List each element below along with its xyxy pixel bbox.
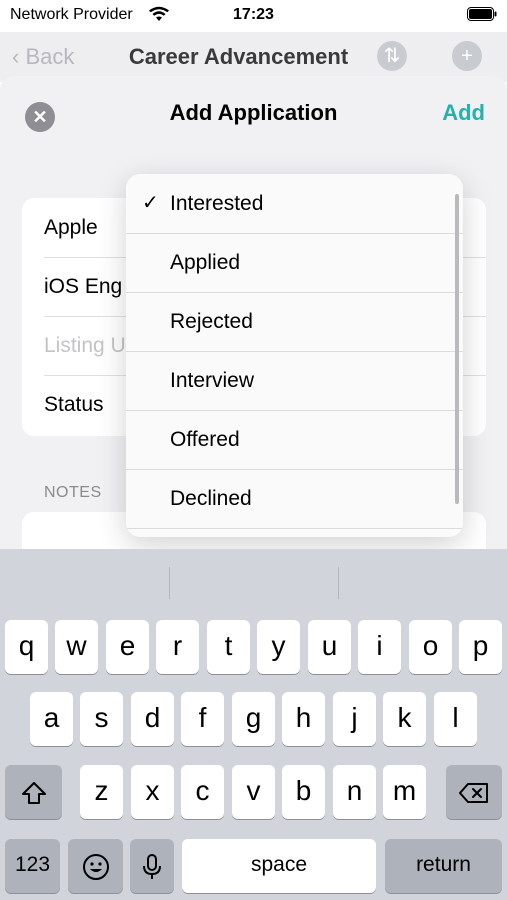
emoji-icon: [82, 853, 109, 880]
numbers-key[interactable]: 123: [5, 839, 60, 893]
key-r[interactable]: r: [156, 620, 199, 674]
plus-icon[interactable]: +: [452, 41, 482, 71]
suggestion-divider: [169, 567, 170, 599]
add-button[interactable]: Add: [442, 100, 485, 126]
key-t[interactable]: t: [207, 620, 250, 674]
microphone-key[interactable]: [130, 839, 174, 893]
key-i[interactable]: i: [358, 620, 401, 674]
key-m[interactable]: m: [383, 765, 426, 819]
menu-item-label: Interested: [170, 192, 264, 215]
key-q[interactable]: q: [5, 620, 48, 674]
key-z[interactable]: z: [80, 765, 123, 819]
key-l[interactable]: l: [434, 692, 477, 746]
checkmark-icon: ✓: [142, 192, 159, 214]
menu-item-label: Offered: [170, 428, 240, 451]
keyboard: q w e r t y u i o p a s d f g h j k l z …: [0, 549, 507, 900]
microphone-icon: [143, 853, 161, 879]
key-v[interactable]: v: [232, 765, 275, 819]
notes-header: NOTES: [44, 484, 102, 501]
key-h[interactable]: h: [282, 692, 325, 746]
menu-item-label: Rejected: [170, 310, 253, 333]
key-f[interactable]: f: [181, 692, 224, 746]
key-p[interactable]: p: [459, 620, 502, 674]
delete-icon: [459, 782, 488, 803]
key-e[interactable]: e: [106, 620, 149, 674]
menu-item-interested[interactable]: ✓ Interested: [126, 174, 463, 234]
sort-icon[interactable]: ⇅: [377, 41, 407, 71]
menu-item-label: Applied: [170, 251, 241, 274]
key-w[interactable]: w: [55, 620, 98, 674]
key-k[interactable]: k: [383, 692, 426, 746]
menu-item-label: Interview: [170, 369, 255, 392]
menu-item-rejected[interactable]: Rejected: [126, 292, 463, 352]
clock: 17:23: [233, 6, 274, 23]
key-n[interactable]: n: [333, 765, 376, 819]
key-c[interactable]: c: [181, 765, 224, 819]
delete-key[interactable]: [446, 765, 502, 819]
status-bar: Network Provider 17:23: [0, 0, 507, 32]
key-o[interactable]: o: [409, 620, 452, 674]
menu-item-applied[interactable]: Applied: [126, 233, 463, 293]
nav-bar: ‹ Back Career Advancement ⇅ +: [0, 32, 507, 82]
suggestion-divider: [338, 567, 339, 599]
shift-key[interactable]: [5, 765, 62, 819]
key-g[interactable]: g: [232, 692, 275, 746]
return-key[interactable]: return: [385, 839, 502, 893]
status-menu: ✓ Interested Applied Rejected Interview …: [126, 174, 463, 537]
key-a[interactable]: a: [30, 692, 73, 746]
emoji-key[interactable]: [68, 839, 123, 893]
key-j[interactable]: j: [333, 692, 376, 746]
battery-icon: [467, 7, 497, 21]
menu-item-label: Declined: [170, 487, 252, 510]
sheet-title: Add Application: [169, 100, 338, 125]
status-label: Status: [44, 393, 104, 416]
space-key[interactable]: space: [182, 839, 376, 893]
key-x[interactable]: x: [131, 765, 174, 819]
menu-item-offered[interactable]: Offered: [126, 410, 463, 470]
key-s[interactable]: s: [80, 692, 123, 746]
shift-icon: [21, 781, 46, 804]
menu-scrollbar[interactable]: [455, 194, 459, 504]
key-u[interactable]: u: [308, 620, 351, 674]
menu-item-interview[interactable]: Interview: [126, 351, 463, 411]
menu-item-declined[interactable]: Declined: [126, 469, 463, 529]
key-y[interactable]: y: [257, 620, 300, 674]
key-b[interactable]: b: [282, 765, 325, 819]
key-d[interactable]: d: [131, 692, 174, 746]
